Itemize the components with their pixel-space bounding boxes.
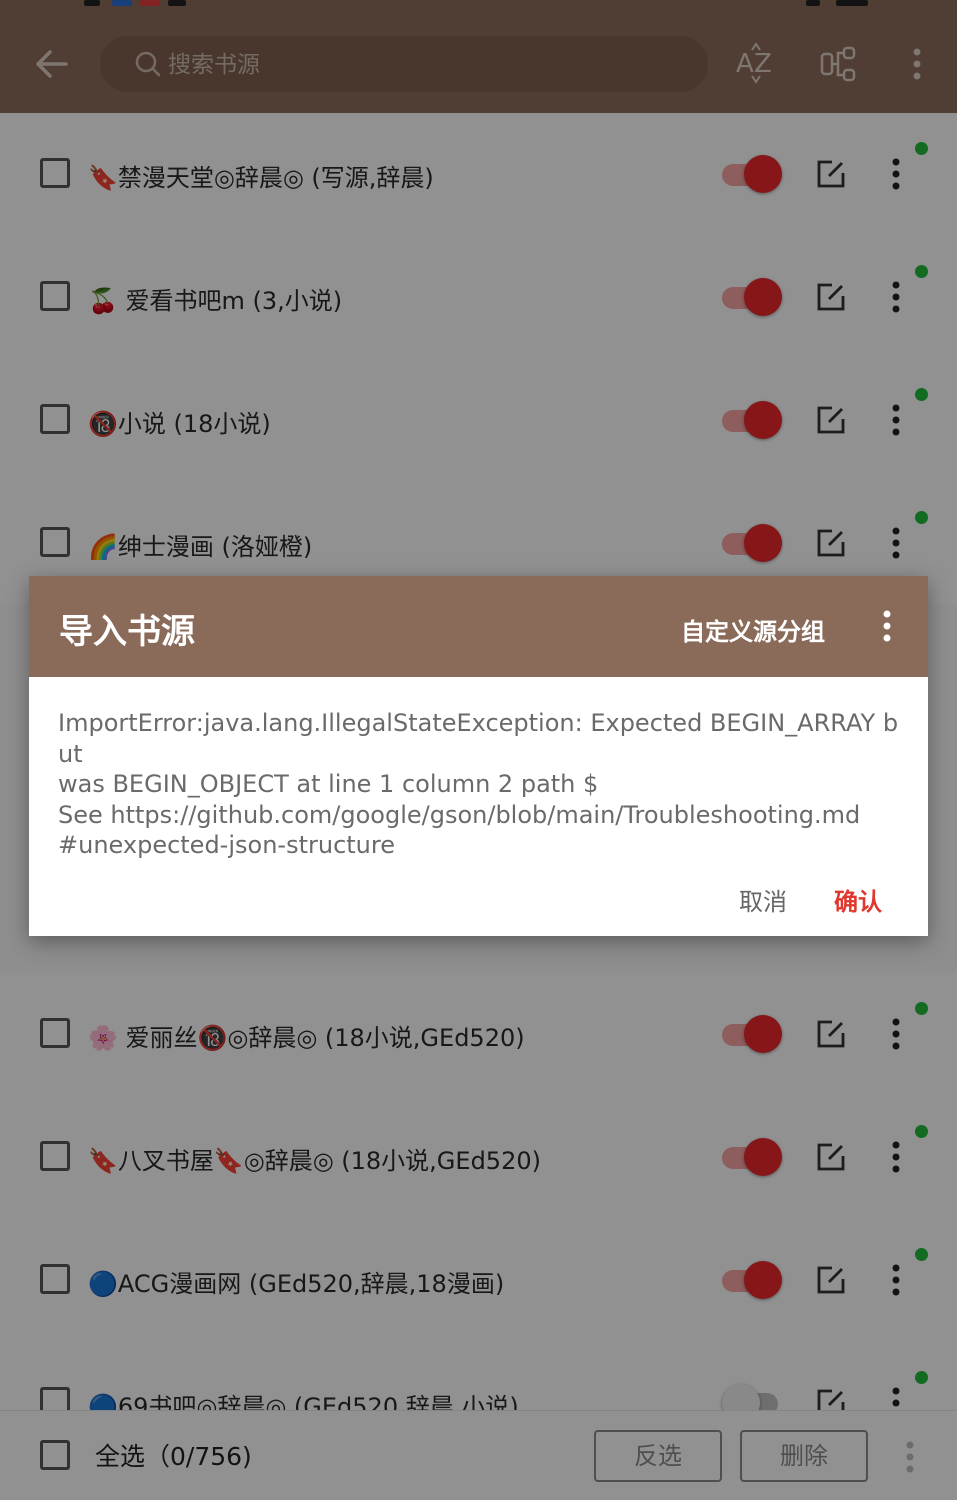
- error-message: ImportError:java.lang.IllegalStateExcept…: [58, 709, 899, 859]
- dialog-title: 导入书源: [59, 612, 195, 652]
- dialog-header: 导入书源 自定义源分组: [29, 576, 928, 677]
- confirm-button[interactable]: 确认: [834, 882, 882, 917]
- import-dialog: 导入书源 自定义源分组 ImportError:java.lang.Illega…: [29, 576, 928, 936]
- custom-group-button[interactable]: 自定义源分组: [681, 612, 825, 647]
- more-vert-icon[interactable]: [875, 608, 899, 644]
- cancel-button[interactable]: 取消: [739, 882, 787, 917]
